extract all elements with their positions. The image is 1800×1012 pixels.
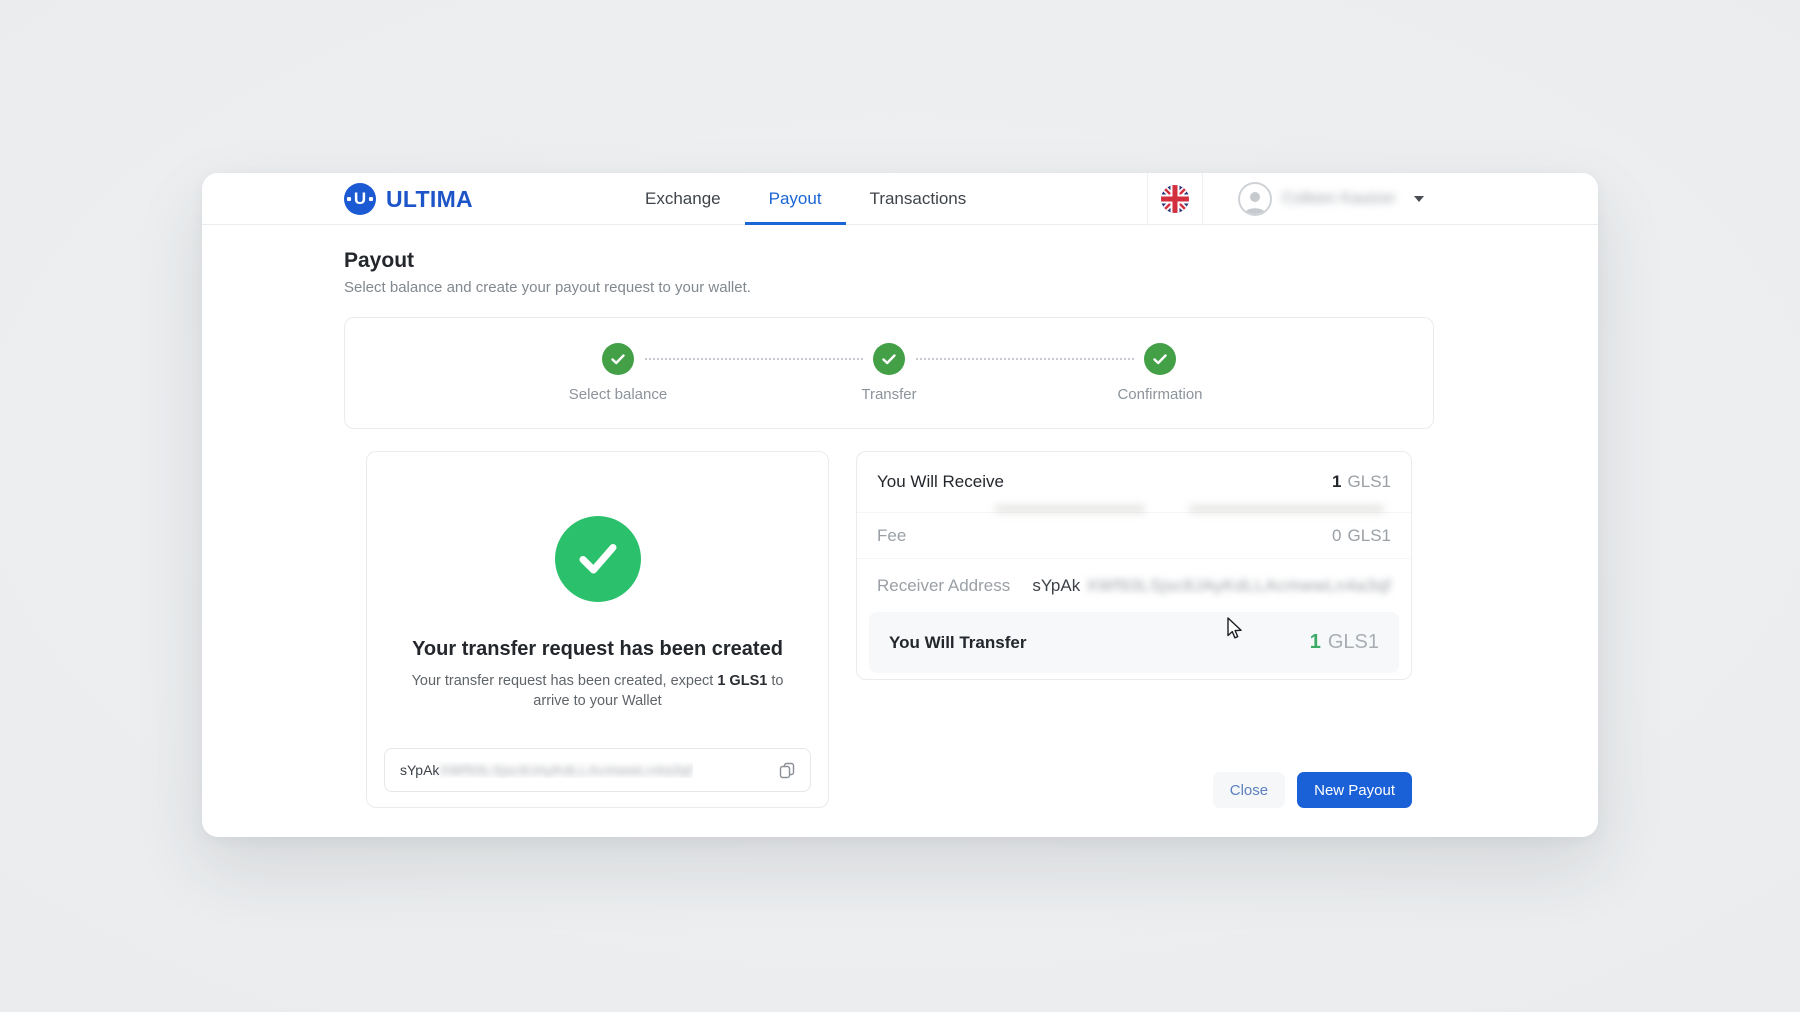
nav-item-payout[interactable]: Payout: [745, 173, 846, 225]
account-menu[interactable]: Colleen Kautzer: [1224, 173, 1424, 225]
receive-row: You Will Receive 1 GLS1: [857, 452, 1411, 512]
step-check-icon: [1144, 343, 1176, 375]
receiver-address-blurred-part: XWf93LSjsc8JAyKdLLAcmwwLn4a3qf: [1086, 576, 1391, 596]
stepper-container: Select balance Transfer Confirmation: [344, 317, 1434, 429]
chevron-down-icon: [1414, 196, 1424, 202]
transfer-value: 1 GLS1: [1310, 631, 1379, 654]
close-button[interactable]: Close: [1213, 772, 1285, 808]
blurred-text-artifact: [995, 504, 1145, 514]
address-blurred-part: XWf93LSjsc8JAyKdLLAcmwwLn4a3qf: [439, 762, 693, 778]
transfer-summary-row: You Will Transfer 1 GLS1: [869, 612, 1399, 673]
nav-item-transactions[interactable]: Transactions: [846, 173, 991, 225]
success-check-icon: [555, 516, 641, 602]
step-label: Confirmation: [1117, 386, 1202, 403]
result-heading: Your transfer request has been created: [412, 638, 783, 661]
transfer-label: You Will Transfer: [889, 633, 1026, 653]
blurred-text-artifact: [1189, 504, 1384, 514]
user-name: Colleen Kautzer: [1282, 190, 1402, 208]
language-selector[interactable]: [1147, 173, 1203, 225]
wallet-address: sYpAkXWf93LSjsc8JAyKdLLAcmwwLn4a3qf: [400, 762, 693, 778]
actions-bar: Close New Payout: [856, 772, 1412, 808]
step-transfer: Transfer: [754, 343, 1025, 403]
brand[interactable]: U ULTIMA: [344, 173, 473, 225]
ultima-logo-icon: U: [344, 183, 376, 215]
page-content: Payout Select balance and create your pa…: [344, 225, 1434, 808]
fee-row: Fee 0 GLS1: [857, 512, 1411, 558]
copy-icon[interactable]: [779, 762, 795, 779]
transfer-result-card: Your transfer request has been created Y…: [366, 451, 829, 808]
step-check-icon: [873, 343, 905, 375]
step-confirmation: Confirmation: [1025, 343, 1296, 403]
page-title: Payout: [344, 249, 1434, 273]
person-icon: [1242, 188, 1268, 214]
app-panel: U ULTIMA Exchange Payout Transactions: [202, 173, 1598, 837]
cards-row: Your transfer request has been created Y…: [344, 451, 1434, 808]
receive-value: 1 GLS1: [1332, 472, 1391, 492]
wallet-address-field[interactable]: sYpAkXWf93LSjsc8JAyKdLLAcmwwLn4a3qf: [384, 748, 811, 792]
payout-details-card: You Will Receive 1 GLS1 Fee 0 GLS1: [856, 451, 1412, 680]
details-column: You Will Receive 1 GLS1 Fee 0 GLS1: [856, 451, 1412, 808]
mouse-cursor-icon: [1222, 616, 1244, 640]
result-note-amount: 1 GLS1: [717, 673, 767, 689]
screen: U ULTIMA Exchange Payout Transactions: [0, 0, 1800, 1012]
avatar: [1238, 182, 1272, 216]
nav-item-exchange[interactable]: Exchange: [621, 173, 745, 225]
stepper: Select balance Transfer Confirmation: [483, 343, 1296, 403]
receive-label: You Will Receive: [877, 472, 1004, 492]
uk-flag-icon: [1161, 185, 1189, 213]
receiver-address-row: Receiver Address sYpAkXWf93LSjsc8JAyKdLL…: [857, 558, 1411, 612]
step-label: Select balance: [569, 386, 667, 403]
fee-value: 0 GLS1: [1332, 526, 1391, 546]
receiver-address-value: sYpAkXWf93LSjsc8JAyKdLLAcmwwLn4a3qf: [1032, 576, 1391, 596]
page-subtitle: Select balance and create your payout re…: [344, 279, 1434, 296]
main-nav: Exchange Payout Transactions: [621, 173, 990, 225]
step-check-icon: [602, 343, 634, 375]
fee-label: Fee: [877, 526, 906, 546]
step-label: Transfer: [861, 386, 916, 403]
brand-wordmark: ULTIMA: [386, 186, 473, 213]
receiver-address-label: Receiver Address: [877, 576, 1010, 596]
app-header: U ULTIMA Exchange Payout Transactions: [202, 173, 1598, 225]
new-payout-button[interactable]: New Payout: [1297, 772, 1412, 808]
result-note: Your transfer request has been created, …: [398, 671, 798, 712]
step-select-balance: Select balance: [483, 343, 754, 403]
